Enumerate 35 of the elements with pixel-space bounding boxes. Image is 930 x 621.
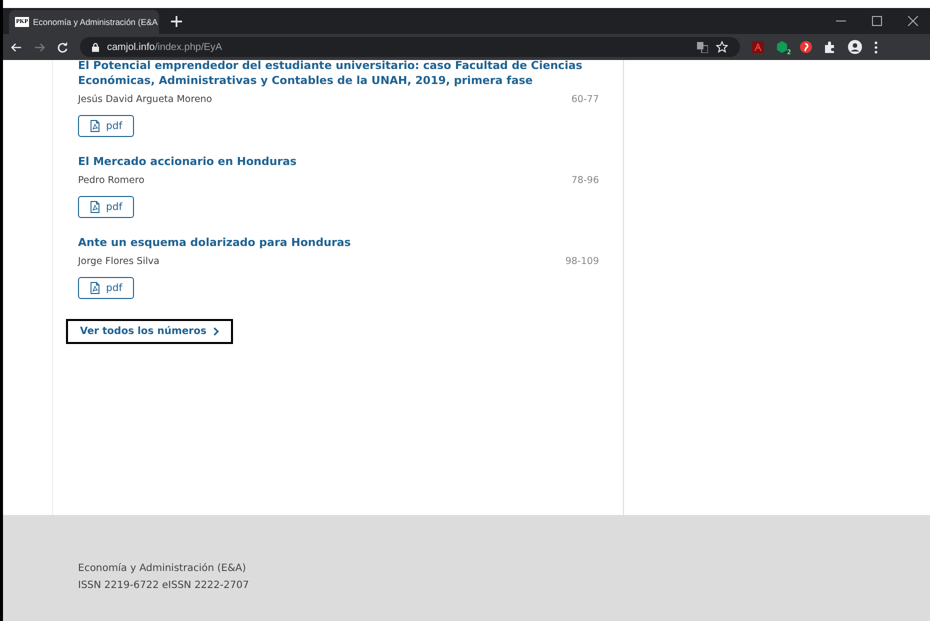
pdf-button[interactable]: pdf [78,115,134,137]
pdf-button[interactable]: pdf [78,277,134,299]
article-pages: 60-77 [571,94,599,105]
pdf-file-icon [90,120,100,132]
article-author: Pedro Romero [78,175,144,186]
article-title-link[interactable]: El Potencial emprendedor del estudiante universitario: caso Facultad de Ciencias Económicas, Administrativas y Contables de la UNAH, 2019, primera fase [78,58,599,88]
footer-text: Economía y Administración (E&A) [78,562,248,576]
pdf-file-icon [90,201,100,213]
extension-icon[interactable] [800,41,812,53]
back-arrow-icon[interactable] [11,42,22,52]
pdf-file-icon [90,282,100,294]
article-title-link[interactable]: El Mercado accionario en Honduras [78,154,599,169]
reload-icon[interactable] [57,42,68,52]
article-author: Jesús David Argueta Moreno [78,94,212,105]
article-title-link[interactable]: Ante un esquema dolarizado para Honduras [78,235,599,250]
lock-icon [92,42,99,52]
plus-icon[interactable] [171,16,182,27]
pdf-button[interactable]: pdf [78,196,134,218]
profile-icon[interactable] [848,40,862,54]
view-all-issues-link[interactable]: Ver todos los números [66,319,234,344]
pdf-extension-icon[interactable] [752,41,764,53]
footer-text: ISSN 2219-6722 eISSN 2222-2707 [78,579,250,593]
address-bar[interactable]: camjol.info/index.php/EyA [80,37,740,57]
star-icon[interactable] [716,41,728,53]
article-pages: 98-109 [565,256,599,267]
translate-icon[interactable] [697,42,708,52]
forward-arrow-icon[interactable] [34,42,45,52]
menu-icon[interactable] [874,40,878,54]
article-author: Jorge Flores Silva [78,256,160,267]
puzzle-icon[interactable] [824,41,836,53]
close-icon[interactable] [908,16,918,26]
article-pages: 78-96 [571,175,599,186]
tab-title: Economía y Administración (E&A [33,17,158,27]
maximize-icon[interactable] [872,16,882,26]
chevron-right-icon [213,327,220,336]
